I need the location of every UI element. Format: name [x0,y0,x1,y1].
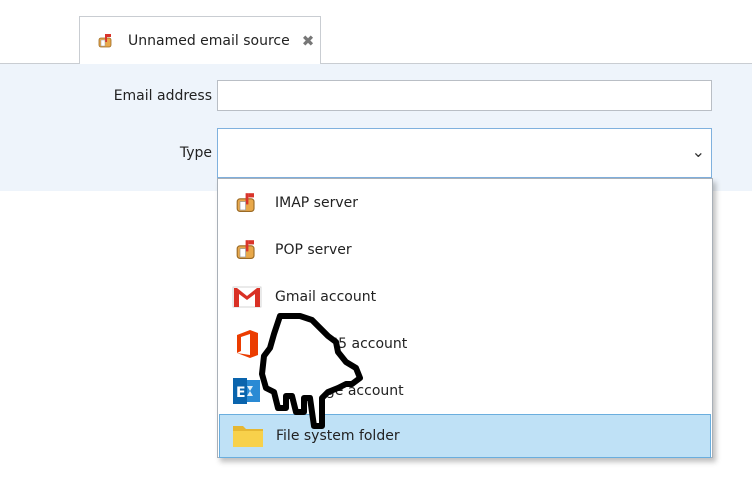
mailbox-icon [98,33,112,47]
email-address-input[interactable] [217,80,712,111]
option-label: POP server [275,241,352,258]
type-select[interactable]: ⌄ [217,128,712,178]
mailbox-icon [231,234,263,266]
option-label: IMAP server [275,194,358,211]
email-address-label: Email address [113,88,212,104]
svg-text:E: E [236,385,246,401]
tab-email-source[interactable]: Unnamed email source ✖ [79,16,321,64]
chevron-down-icon: ⌄ [691,142,705,161]
option-label: File system folder [276,428,400,444]
hand-cursor-icon [259,313,363,429]
gmail-icon [231,281,263,313]
option-label: Gmail account [275,288,377,305]
option-imap-server[interactable]: IMAP server [219,179,711,226]
tab-title: Unnamed email source [128,32,290,49]
type-label: Type [179,145,212,161]
mailbox-icon [231,187,263,219]
option-pop-server[interactable]: POP server [219,226,711,273]
close-icon[interactable]: ✖ [302,32,315,50]
